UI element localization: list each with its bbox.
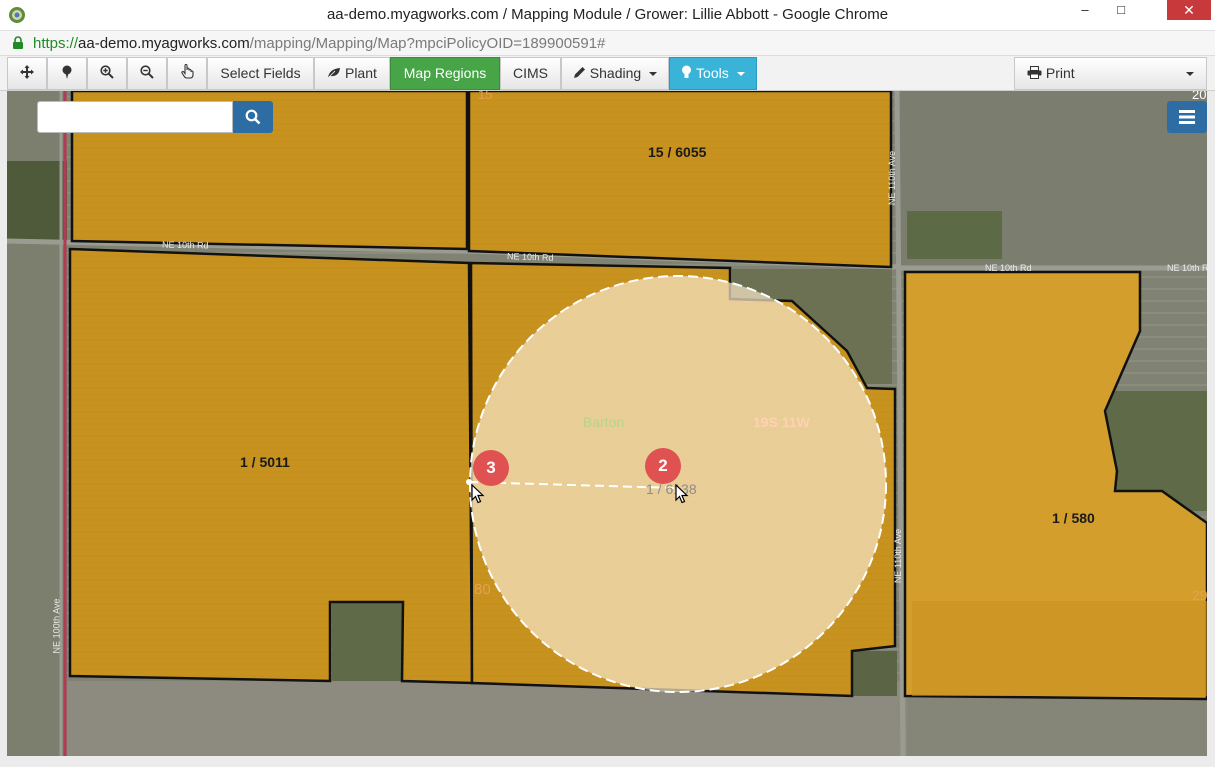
step-2-badge: 2 (645, 448, 681, 484)
window-title: aa-demo.myagworks.com / Mapping Module /… (326, 6, 889, 23)
plant-button[interactable]: Plant (314, 57, 390, 90)
map-search-input[interactable] (37, 101, 233, 133)
road-label: NE 10th Rd (1167, 263, 1207, 273)
pencil-icon (573, 59, 586, 90)
plant-label: Plant (344, 65, 377, 81)
road-label: NE 10th Rd (506, 251, 554, 263)
layers-menu-button[interactable] (1167, 101, 1207, 133)
cims-button[interactable]: CIMS (500, 57, 561, 90)
minimize-button[interactable]: – (1071, 0, 1099, 22)
edge-label: 20 (1192, 91, 1207, 102)
shading-label: Shading (589, 65, 642, 81)
window-frame (0, 91, 7, 756)
hand-pointer-icon (180, 59, 194, 90)
print-dropdown[interactable]: Print (1014, 57, 1207, 90)
road-label: NE 110th Ave (887, 150, 898, 206)
url-scheme: https:// (33, 35, 79, 52)
leaf-icon (327, 59, 341, 90)
field-label[interactable]: 1 / 5011 (240, 454, 290, 470)
map-search-button[interactable] (233, 101, 273, 133)
zoom-out-button[interactable] (127, 57, 167, 90)
maximize-button[interactable]: □ (1107, 0, 1135, 22)
close-window-button[interactable]: ✕ (1167, 0, 1211, 20)
field-label[interactable]: 15 / 6055 (648, 144, 706, 160)
chevron-down-icon (736, 72, 745, 77)
map-toolbar: Select Fields Plant Map Regions CIMS Sha… (0, 56, 1215, 91)
lock-icon (12, 36, 24, 55)
window-frame (0, 756, 1215, 767)
zoom-in-button[interactable] (87, 57, 127, 90)
field-label[interactable]: 1 / 580 (1052, 510, 1095, 526)
chevron-down-icon (1186, 72, 1194, 76)
url-text[interactable]: https://aa-demo.myagworks.com/mapping/Ma… (33, 35, 605, 52)
edge-label: 29 (1192, 587, 1207, 603)
printer-icon (1027, 59, 1042, 90)
township-label: 19S 11W (753, 414, 810, 430)
zoom-in-icon (100, 59, 114, 90)
county-label: Barton (583, 414, 625, 430)
move-arrows-icon (20, 59, 34, 90)
step-3-badge: 3 (473, 450, 509, 486)
window-titlebar: aa-demo.myagworks.com / Mapping Module /… (0, 0, 1215, 31)
road-label: NE 10th Rd (161, 239, 209, 251)
tools-dropdown[interactable]: Tools (669, 57, 757, 90)
map-regions-button[interactable]: Map Regions (390, 57, 500, 90)
url-host: aa-demo.myagworks.com (78, 35, 250, 52)
shading-dropdown[interactable]: Shading (561, 57, 669, 90)
road-label: NE 10th Rd (985, 263, 1032, 273)
address-bar[interactable]: https://aa-demo.myagworks.com/mapping/Ma… (0, 31, 1215, 56)
lightbulb-icon (681, 59, 692, 90)
print-label: Print (1045, 65, 1075, 81)
window-frame (1207, 91, 1215, 756)
select-hand-button[interactable] (167, 57, 207, 90)
edge-label: 80 (474, 581, 491, 598)
road-label: NE 110th Ave (893, 528, 904, 584)
map-pin-icon (61, 59, 73, 90)
zoom-out-icon (140, 59, 154, 90)
pan-tool-button[interactable] (7, 57, 47, 90)
road-label: NE 100th Ave (51, 598, 62, 654)
field-label[interactable]: 1 / 6138 (646, 481, 697, 497)
tools-label: Tools (696, 65, 729, 81)
url-path: /mapping/Mapping/Map?mpciPolicyOID=18990… (249, 35, 606, 52)
map-canvas[interactable]: 15 / 6055 1 / 5011 1 / 6138 1 / 580 NE 1… (7, 91, 1207, 756)
select-fields-button[interactable]: Select Fields (207, 57, 314, 90)
edge-label: 15 (478, 91, 493, 102)
chevron-down-icon (649, 72, 658, 77)
pin-tool-button[interactable] (47, 57, 87, 90)
